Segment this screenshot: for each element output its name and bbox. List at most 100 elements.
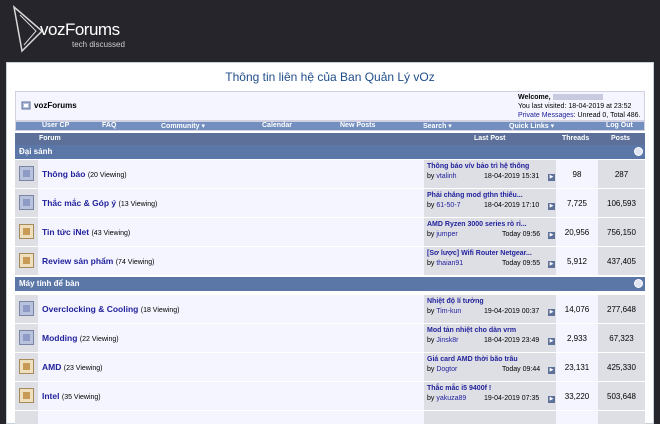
toolbar-search[interactable]: Search ▾ xyxy=(423,122,452,130)
last-post-title[interactable]: Thắc mắc i5 9400f ! xyxy=(427,385,491,392)
thread-count: 2,933 xyxy=(566,334,588,343)
thread-count: 7,725 xyxy=(566,199,588,208)
forum-title[interactable]: Thắc mắc & Góp ý xyxy=(42,198,116,208)
category-title[interactable]: Đại sảnh xyxy=(19,147,52,156)
forum-folder-icon xyxy=(19,166,34,181)
last-post-title[interactable]: Thông báo v/v bảo trì hệ thống xyxy=(427,163,529,170)
last-post-title[interactable]: Nhiệt độ lí tưởng xyxy=(427,298,484,305)
last-post-title[interactable]: Phải chăng mod gthn thiếu... xyxy=(427,192,523,199)
table-row: Thắc mắc & Góp ý (13 Viewing) Phải chăng… xyxy=(15,189,645,218)
last-post-author[interactable]: yakuza89 xyxy=(436,395,466,402)
col-threads: Threads xyxy=(562,135,590,142)
post-count: 67,323 xyxy=(609,334,634,343)
toolbar-calendar[interactable]: Calendar xyxy=(262,122,292,129)
last-post-date: 18-04-2019 23:49 xyxy=(484,337,540,344)
forum-title[interactable]: Overclocking & Cooling xyxy=(42,304,138,314)
main-toolbar: User CP FAQ Community ▾ Calendar New Pos… xyxy=(15,121,645,131)
last-post-date: 19-04-2019 07:35 xyxy=(484,395,540,402)
last-post-date: Today 09:56 xyxy=(502,231,541,238)
last-post-date: Today 09:55 xyxy=(502,260,541,267)
forum-folder-icon xyxy=(19,301,34,316)
last-post-author[interactable]: Tim-kun xyxy=(436,308,461,315)
forum-home-icon[interactable] xyxy=(21,100,31,110)
viewing-count: (23 Viewing) xyxy=(63,365,103,372)
page-body: Thông tin liên hệ của Ban Quản Lý vOz vo… xyxy=(6,62,654,424)
thread-count: 23,131 xyxy=(564,363,590,372)
go-to-last-post-icon[interactable]: ▶ xyxy=(548,261,555,268)
viewing-count: (22 Viewing) xyxy=(79,336,119,343)
forum-title[interactable]: Tin tức iNet xyxy=(42,227,89,237)
post-count: 277,648 xyxy=(607,305,636,314)
pm-counts: : Unread 0, Total 486. xyxy=(573,112,641,119)
forum-title[interactable]: Modding xyxy=(42,333,77,343)
last-post-date: 18-04-2019 17:10 xyxy=(484,202,540,209)
last-post-author[interactable]: jumper xyxy=(436,231,457,238)
private-messages-link[interactable]: Private Messages xyxy=(518,112,574,119)
category-header[interactable]: Máy tính để bàn xyxy=(15,277,645,291)
category-title[interactable]: Máy tính để bàn xyxy=(19,279,79,288)
go-to-last-post-icon[interactable]: ▶ xyxy=(548,367,555,374)
last-post-author[interactable]: vtalinh xyxy=(436,173,456,180)
collapse-icon[interactable] xyxy=(634,147,643,156)
toolbar-user-cp[interactable]: User CP xyxy=(42,122,69,129)
forum-news-icon xyxy=(19,359,34,374)
thread-count: 20,956 xyxy=(564,228,590,237)
forum-title[interactable]: Review sản phẩm xyxy=(42,256,113,266)
welcome-box: Welcome, You last visited: 18-04-2019 at… xyxy=(518,93,640,120)
forum-folder-icon xyxy=(19,330,34,345)
toolbar-new-posts[interactable]: New Posts xyxy=(340,122,375,129)
navbar: vozForums Welcome, You last visited: 18-… xyxy=(15,91,645,121)
last-post-author[interactable]: thaian91 xyxy=(436,260,463,267)
post-count: 425,330 xyxy=(607,363,636,372)
thread-count: 98 xyxy=(572,170,582,179)
last-post-author[interactable]: 61-50-7 xyxy=(436,202,460,209)
toolbar-quick-links[interactable]: Quick Links ▾ xyxy=(509,122,554,130)
thread-count: 5,912 xyxy=(566,257,588,266)
username-redacted[interactable] xyxy=(552,94,603,101)
notice-link[interactable]: Thông tin liên hệ của Ban Quản Lý vOz xyxy=(225,70,434,84)
viewing-count: (74 Viewing) xyxy=(115,259,155,266)
last-visited: You last visited: 18-04-2019 at 23:52 xyxy=(518,103,632,110)
site-header: vozForums tech discussed xyxy=(0,0,660,62)
last-post-date: Today 09:44 xyxy=(502,366,541,373)
post-count: 287 xyxy=(614,170,629,179)
go-to-last-post-icon[interactable]: ▶ xyxy=(548,309,555,316)
forum-title[interactable]: Thông báo xyxy=(42,169,85,179)
viewing-count: (43 Viewing) xyxy=(91,230,131,237)
collapse-icon[interactable] xyxy=(634,279,643,288)
last-post-title[interactable]: Giá card AMD thời bão trâu xyxy=(427,356,518,363)
forum-news-icon xyxy=(19,253,34,268)
toolbar-log-out[interactable]: Log Out xyxy=(606,122,633,129)
table-row-partial xyxy=(15,411,645,424)
last-post-author[interactable]: Jinsk8r xyxy=(436,337,458,344)
table-row: AMD (23 Viewing) Giá card AMD thời bão t… xyxy=(15,353,645,382)
table-header: Forum Last Post Threads Posts xyxy=(15,133,645,145)
post-count: 106,593 xyxy=(607,199,636,208)
forum-folder-icon xyxy=(19,195,34,210)
table-row: Review sản phẩm (74 Viewing) [Sơ lược] W… xyxy=(15,247,645,276)
go-to-last-post-icon[interactable]: ▶ xyxy=(548,174,555,181)
thread-count: 14,076 xyxy=(564,305,590,314)
post-count: 503,648 xyxy=(607,392,636,401)
toolbar-faq[interactable]: FAQ xyxy=(102,122,116,129)
go-to-last-post-icon[interactable]: ▶ xyxy=(548,396,555,403)
post-count: 437,405 xyxy=(607,257,636,266)
forum-news-icon xyxy=(19,224,34,239)
logo-text[interactable]: vozForums xyxy=(40,20,120,40)
last-post-author[interactable]: Dogtor xyxy=(436,366,457,373)
forum-title[interactable]: AMD xyxy=(42,362,61,372)
go-to-last-post-icon[interactable]: ▶ xyxy=(548,232,555,239)
breadcrumb-site[interactable]: vozForums xyxy=(34,101,77,110)
forum-news-icon xyxy=(19,388,34,403)
last-post-title[interactable]: [Sơ lược] Wifi Router Netgear... xyxy=(427,250,532,257)
go-to-last-post-icon[interactable]: ▶ xyxy=(548,203,555,210)
category-header[interactable]: Đại sảnh xyxy=(15,145,645,159)
viewing-count: (13 Viewing) xyxy=(118,201,158,208)
table-row: Modding (22 Viewing) Mod tản nhiệt cho d… xyxy=(15,324,645,353)
go-to-last-post-icon[interactable]: ▶ xyxy=(548,338,555,345)
last-post-title[interactable]: AMD Ryzen 3000 series rò rỉ... xyxy=(427,221,527,228)
toolbar-community[interactable]: Community ▾ xyxy=(161,122,205,130)
forum-title[interactable]: Intel xyxy=(42,391,59,401)
viewing-count: (35 Viewing) xyxy=(61,394,101,401)
last-post-title[interactable]: Mod tản nhiệt cho dàn vrm xyxy=(427,327,516,334)
